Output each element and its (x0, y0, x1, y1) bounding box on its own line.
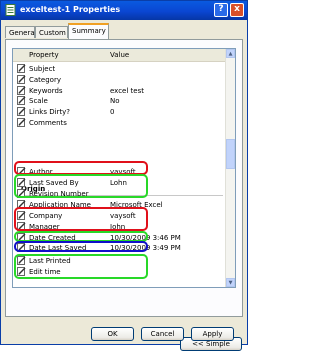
title-bar[interactable]: exceltest-1 Properties ? x (1, 1, 247, 20)
property-row[interactable]: Category (15, 74, 223, 85)
property-name: Category (29, 75, 61, 84)
property-name: Comments (29, 119, 67, 127)
property-name: Keywords (29, 86, 63, 95)
property-pencil-icon (17, 85, 26, 95)
property-row[interactable]: Keywords excel test (15, 85, 223, 96)
property-row[interactable]: Scale No (15, 96, 223, 106)
property-name: Subject (29, 65, 56, 73)
tab-summary[interactable]: Summary (68, 23, 109, 39)
property-value: No (110, 97, 120, 106)
property-row[interactable]: Comments (15, 118, 223, 128)
scroll-thumb[interactable] (226, 139, 235, 169)
close-button[interactable]: x (230, 3, 244, 17)
summary-panel: Property Value Subject Category Keywords ex… (5, 39, 243, 351)
apply-button[interactable]: Apply (191, 327, 234, 341)
scroll-down-icon[interactable]: ▼ (226, 278, 235, 287)
property-name: Links Dirty? (29, 108, 71, 117)
help-button[interactable]: ? (214, 3, 228, 17)
tab-custom[interactable]: Custom (35, 26, 68, 38)
tab-general[interactable]: General (5, 26, 37, 38)
excel-doc-icon (5, 4, 16, 16)
property-name: Scale (29, 97, 48, 106)
list-header: Property Value (13, 49, 225, 62)
highlight-date-saved (14, 241, 148, 252)
highlight-company-manager (14, 207, 148, 231)
property-row[interactable]: Links Dirty? 0 (15, 107, 223, 117)
property-row[interactable]: Subject (15, 64, 223, 74)
properties-dialog: exceltest-1 Properties ? x General Custo… (0, 0, 248, 351)
cancel-button[interactable]: Cancel (141, 327, 184, 341)
property-pencil-icon (17, 96, 26, 106)
scroll-up-icon[interactable]: ▲ (226, 49, 235, 58)
property-value: 0 (110, 108, 115, 117)
window-title: exceltest-1 Properties (20, 5, 121, 14)
property-pencil-icon (17, 118, 26, 127)
vertical-scrollbar[interactable]: ▲ ▼ (225, 49, 235, 287)
property-pencil-icon (17, 74, 26, 84)
highlight-printed-edit (14, 254, 148, 279)
column-header-property[interactable]: Property (29, 51, 59, 59)
highlight-saved-revision (14, 174, 148, 198)
ok-button[interactable]: OK (91, 327, 134, 341)
column-header-value[interactable]: Value (110, 51, 129, 59)
property-pencil-icon (17, 64, 26, 73)
highlight-author (14, 161, 148, 175)
property-pencil-icon (17, 107, 26, 117)
property-value: excel test (110, 86, 144, 95)
